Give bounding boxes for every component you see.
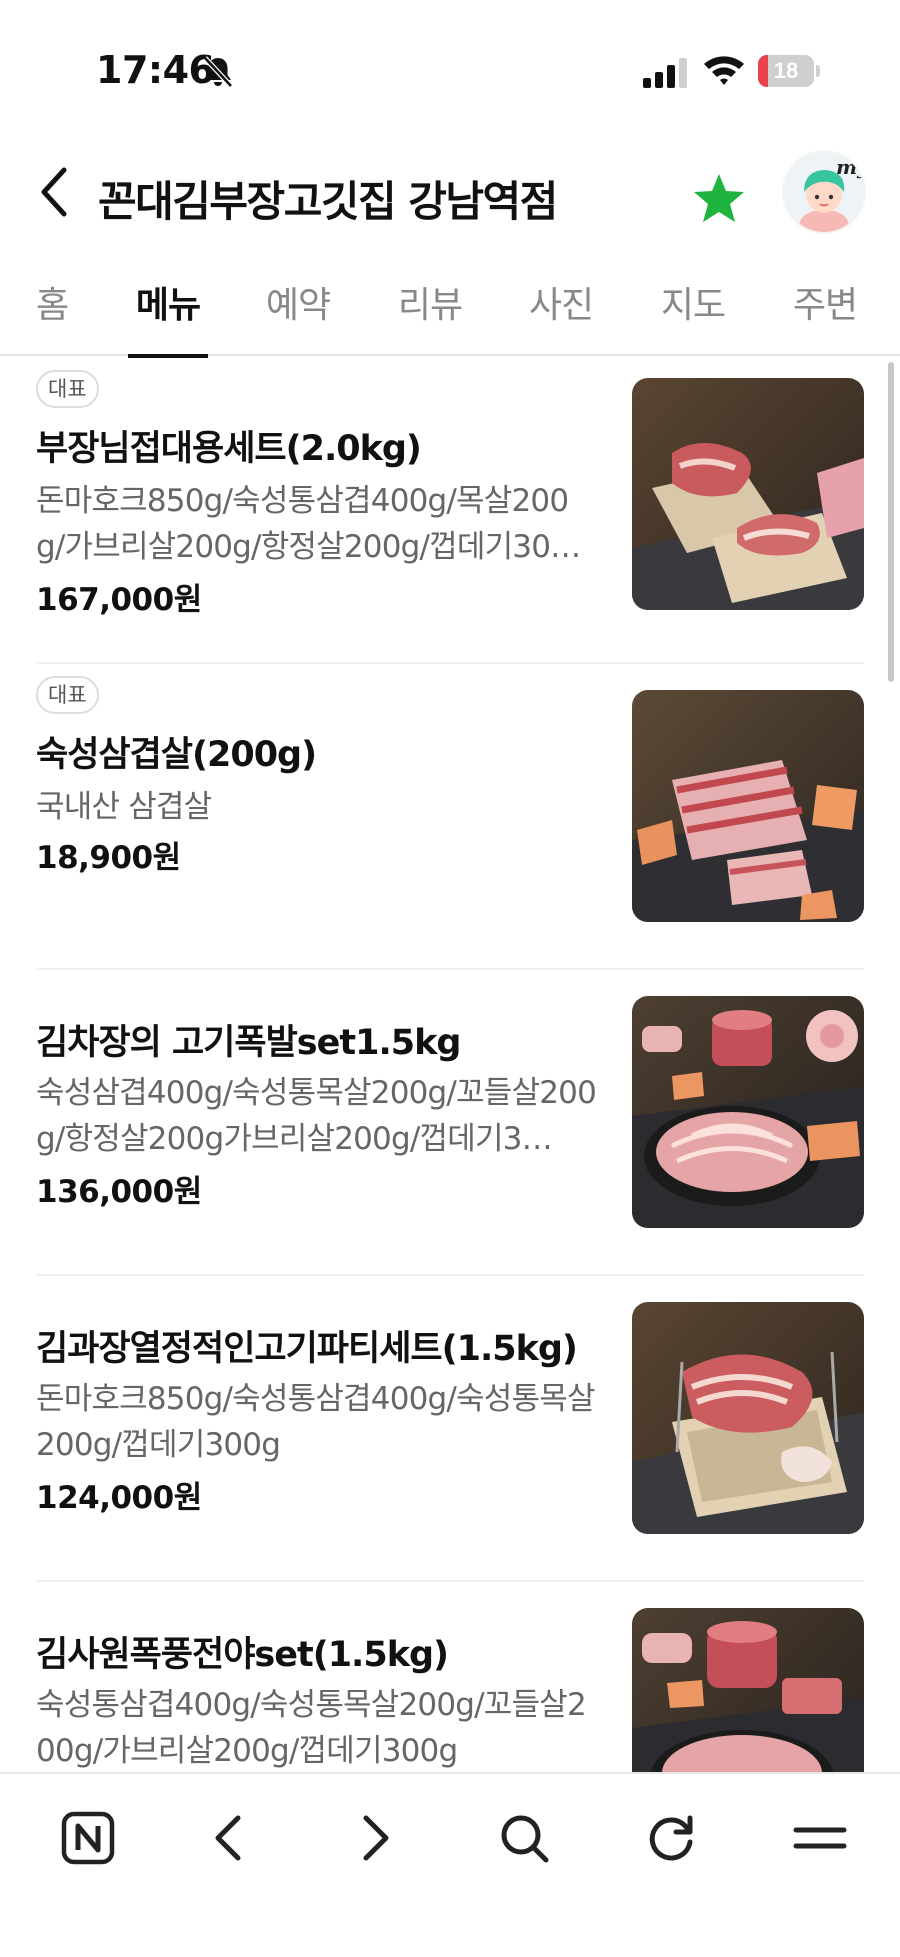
tab-nearby[interactable]: 주변 (785, 276, 865, 356)
photo-illustration (632, 378, 864, 610)
chevron-left-icon (41, 167, 67, 217)
menu-item-price: 136,000원 (36, 1174, 202, 1210)
tab-menu[interactable]: 메뉴 (128, 276, 208, 358)
menu-item-description: 국내산 삼겹살 (36, 789, 212, 825)
menu-item[interactable]: 김과장열정적인고기파티세트(1.5kg) 돈마호크850g/숙성통삼겹400g/… (0, 1276, 900, 1582)
menu-item[interactable]: 대표 숙성삼겹살(200g) 국내산 삼겹살 18,900원 (0, 664, 900, 970)
photo-illustration (632, 690, 864, 922)
menu-icon (793, 1827, 847, 1849)
menu-item-price: 18,900원 (36, 840, 181, 876)
battery-percent: 18 (773, 58, 799, 83)
menu-item-name: 김사원폭풍전야set(1.5kg) (36, 1635, 449, 1675)
pork-belly-photo[interactable] (632, 690, 864, 922)
menu-item-price: 124,000원 (36, 1480, 202, 1516)
signature-badge: 대표 (36, 370, 99, 408)
menu-item[interactable]: 대표 부장님접대용세트(2.0kg) 돈마호크850g/숙성통삼겹400g/목살… (0, 358, 900, 664)
browser-forward-button[interactable] (340, 1802, 412, 1874)
tab-home[interactable]: 홈 (20, 276, 84, 356)
meat-platter-photo[interactable] (632, 1608, 864, 1772)
status-bar: 17:46 18 (0, 0, 900, 140)
browser-bottom-bar (0, 1772, 900, 1957)
tab-label: 예약 (265, 285, 331, 326)
status-time: 17:46 (96, 48, 215, 92)
search-button[interactable] (488, 1802, 560, 1874)
refresh-icon (649, 1815, 693, 1861)
menu-item[interactable]: 김차장의 고기폭발set1.5kg 숙성삼겹400g/숙성통목살200g/꼬들살… (0, 970, 900, 1276)
bell-muted-icon (203, 56, 233, 88)
favorite-button[interactable] (690, 170, 748, 228)
menu-item-description: 숙성통삼겹400g/숙성통목살200g/꼬들살200g/가브리살200g/껍데기… (36, 1687, 587, 1769)
meat-set-box-photo[interactable] (632, 1302, 864, 1534)
battery-indicator: 18 (758, 55, 820, 87)
battery-cap (816, 65, 820, 77)
tab-photos[interactable]: 사진 (521, 276, 601, 356)
menu-item-description: 숙성삼겹400g/숙성통목살200g/꼬들살200g/항정살200g가브리살20… (36, 1075, 597, 1157)
star-icon (694, 174, 744, 222)
tab-label: 지도 (660, 285, 726, 326)
menu-item-name: 김과장열정적인고기파티세트(1.5kg) (36, 1329, 578, 1369)
tab-map[interactable]: 지도 (653, 276, 733, 356)
meat-set-box-photo[interactable] (632, 378, 864, 610)
refresh-button[interactable] (636, 1802, 708, 1874)
avatar-label: my (836, 155, 864, 179)
back-button[interactable] (24, 162, 84, 222)
menu-item[interactable]: 김사원폭풍전야set(1.5kg) 숙성통삼겹400g/숙성통목살200g/꼬들… (0, 1582, 900, 1772)
menu-item-price: 167,000원 (36, 582, 202, 618)
cellular-signal-icon (643, 58, 687, 88)
browser-back-button[interactable] (192, 1802, 264, 1874)
wifi-icon (704, 56, 744, 85)
menu-item-description: 돈마호크850g/숙성통삼겹400g/목살200g/가브리살200g/항정살20… (36, 483, 581, 565)
tab-reviews[interactable]: 리뷰 (390, 276, 470, 356)
tab-label: 홈 (35, 285, 69, 326)
tab-label: 리뷰 (397, 285, 463, 326)
back-arrow-icon (215, 1815, 241, 1861)
menu-button[interactable] (784, 1802, 856, 1874)
menu-item-name: 숙성삼겹살(200g) (36, 735, 317, 775)
avatar-icon: my (784, 152, 864, 232)
menu-item-description: 돈마호크850g/숙성통삼겹400g/숙성통목살200g/껍데기300g (36, 1381, 595, 1463)
naver-home-icon (61, 1811, 115, 1865)
tab-reservation[interactable]: 예약 (258, 276, 338, 356)
menu-list: 대표 부장님접대용세트(2.0kg) 돈마호크850g/숙성통삼겹400g/목살… (0, 358, 900, 1772)
tab-label: 사진 (528, 285, 594, 326)
place-header: 꼰대김부장고깃집 강남역점 my (0, 140, 900, 250)
photo-illustration (632, 996, 864, 1228)
page-title: 꼰대김부장고깃집 강남역점 (98, 177, 558, 226)
menu-item-name: 부장님접대용세트(2.0kg) (36, 429, 422, 469)
tab-bar: 홈 메뉴 예약 리뷰 사진 지도 주변 (0, 262, 900, 358)
my-avatar-button[interactable]: my (784, 152, 864, 232)
scrollbar[interactable] (888, 362, 894, 682)
tab-label: 주변 (792, 285, 858, 326)
naver-home-button[interactable] (52, 1802, 124, 1874)
signature-badge: 대표 (36, 676, 99, 714)
forward-arrow-icon (363, 1815, 389, 1861)
tab-label: 메뉴 (135, 285, 201, 326)
meat-platter-photo[interactable] (632, 996, 864, 1228)
menu-item-name: 김차장의 고기폭발set1.5kg (36, 1023, 461, 1063)
photo-illustration (632, 1302, 864, 1534)
search-icon (501, 1815, 549, 1863)
photo-illustration (632, 1608, 864, 1772)
battery-body: 18 (758, 55, 814, 87)
